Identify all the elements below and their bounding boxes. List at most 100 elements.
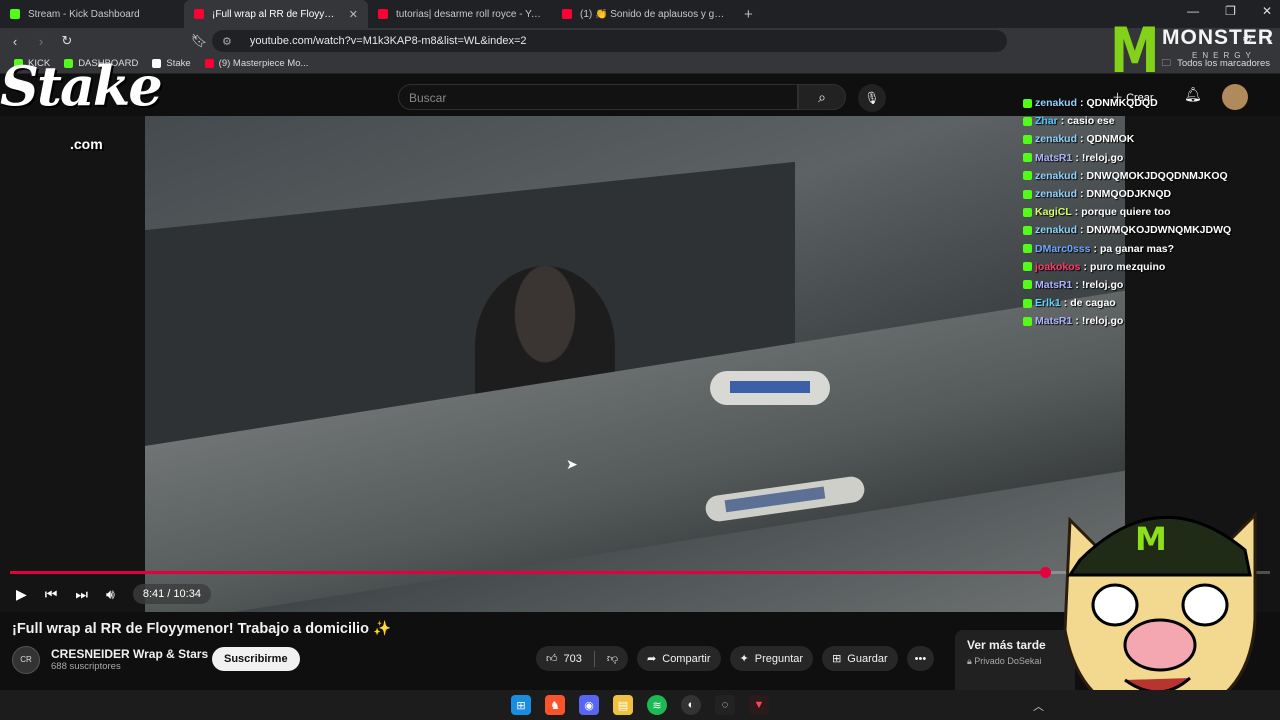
ask-label: Preguntar — [754, 652, 804, 665]
address-bar-row: ‹ › ↻ 🔖︎ ⚙ youtube.com/watch?v=M1k3KAP8-… — [0, 28, 1280, 54]
chat-message: Zhar: casio ese — [1023, 112, 1278, 130]
monster-brand-text: MONSTER — [1162, 26, 1274, 49]
browser-tab[interactable]: tutorias| desarme roll royce - YouTub — [368, 0, 552, 28]
spotify-icon[interactable]: ≋ — [647, 695, 667, 715]
chat-separator: : — [1080, 169, 1084, 182]
bookmark-label: (9) Masterpiece Mo... — [218, 58, 309, 69]
kick-badge-icon — [1023, 171, 1032, 181]
chat-text: !reloj.go — [1081, 315, 1124, 328]
kick-badge-icon — [1023, 116, 1032, 126]
tray-chevron-icon[interactable]: ︿ — [1033, 698, 1044, 714]
chat-separator: : — [1075, 315, 1079, 328]
forward-icon[interactable]: › — [30, 34, 52, 49]
bookmark-icon[interactable]: 🔖︎ — [188, 33, 210, 49]
chat-username: joakokos — [1035, 260, 1081, 273]
windows-start-icon[interactable]: ⊞ — [511, 695, 531, 715]
discord-icon[interactable]: ◉ — [579, 695, 599, 715]
mouse-cursor-icon: ➤ — [566, 456, 578, 472]
chat-text: casio ese — [1067, 115, 1115, 128]
chat-text: !reloj.go — [1081, 278, 1124, 291]
kick-badge-icon — [1023, 189, 1032, 199]
file-explorer-icon[interactable]: ▤ — [613, 695, 633, 715]
chat-username: Zhar — [1035, 115, 1058, 128]
next-icon[interactable]: ⏭ — [75, 586, 88, 603]
subscriber-count: 688 suscriptores — [51, 661, 121, 672]
close-tab-icon[interactable]: ✕ — [349, 8, 358, 21]
chat-username: Erlk1 — [1035, 297, 1061, 310]
ask-button[interactable]: ✦ Preguntar — [729, 646, 814, 671]
chat-separator: : — [1083, 260, 1088, 273]
kick-badge-icon — [1023, 316, 1032, 326]
chat-separator: : — [1080, 224, 1084, 237]
url-text: youtube.com/watch?v=M1k3KAP8-m8&list=WL&… — [249, 35, 527, 47]
chat-message: Erlk1: de cagao — [1023, 294, 1278, 312]
play-icon[interactable]: ▶ — [16, 586, 27, 603]
site-info-icon[interactable]: ⚙ — [222, 35, 232, 48]
chat-message: zenakud: DNMQODJKNQD — [1023, 185, 1278, 203]
door-handle — [710, 371, 830, 405]
like-icon[interactable]: 👍︎ — [546, 652, 558, 665]
chat-username: MatsR1 — [1035, 315, 1073, 328]
kick-badge-icon — [1023, 153, 1032, 163]
bookmark-item[interactable]: (9) Masterpiece Mo... — [204, 58, 309, 69]
reload-icon[interactable]: ↻ — [56, 33, 78, 49]
chat-separator: : — [1075, 151, 1079, 164]
tab-favicon-icon — [562, 9, 572, 19]
chat-username: MatsR1 — [1035, 151, 1073, 164]
search-button[interactable]: ⌕ — [798, 84, 846, 110]
stream-chat-overlay: zenakud: QDNMKQDQD Zhar: casio ese zenakud: Q… — [1023, 94, 1278, 330]
more-icon: ••• — [914, 652, 927, 665]
stake-logo: Stake .com — [0, 58, 180, 152]
tab-title: tutorias| desarme roll royce - YouTub — [396, 8, 542, 20]
browser-tab[interactable]: Stream - Kick Dashboard — [0, 0, 184, 28]
monster-sub-text: ENERGY — [1192, 51, 1256, 60]
chat-text: QDNMKQDQD — [1086, 97, 1158, 110]
save-label: Guardar — [847, 652, 888, 665]
chat-text: de cagao — [1070, 297, 1116, 310]
chat-message: zenakud: DNWMQKOJDWNQMKJDWQ — [1023, 221, 1278, 239]
browser-tab[interactable]: ¡Full wrap al RR de Floyymenor! ✕ — [184, 0, 368, 28]
browser-tab[interactable]: (1) 👏 Sonido de aplausos y gritos d — [552, 0, 736, 28]
voice-search-button[interactable]: 🎙︎ — [858, 84, 886, 112]
search-input[interactable]: Buscar — [398, 84, 798, 110]
chat-separator: : — [1063, 297, 1068, 310]
app-icon[interactable]: ◌ — [715, 695, 735, 715]
new-tab-icon[interactable]: + — [744, 6, 753, 23]
chat-username: KagiCL — [1035, 206, 1072, 219]
channel-name[interactable]: CRESNEIDER Wrap & Stars — [51, 647, 208, 661]
svg-text:M: M — [1135, 520, 1167, 558]
brave-icon[interactable]: ♞ — [545, 695, 565, 715]
monster-claw-icon: M — [1110, 14, 1160, 87]
chat-separator: : — [1080, 97, 1084, 110]
chat-username: zenakud — [1035, 224, 1078, 237]
valorant-icon[interactable]: ▼ — [749, 695, 769, 715]
save-button[interactable]: ⊞ Guardar — [822, 646, 898, 671]
obs-icon[interactable]: ◐ — [681, 695, 701, 715]
chat-username: DMarc0sss — [1035, 242, 1091, 255]
more-actions-button[interactable]: ••• — [906, 646, 935, 671]
cat-mascot-overlay: M — [1063, 511, 1257, 720]
chat-message: KagiCL: porque quiere too — [1023, 203, 1278, 221]
tab-favicon-icon — [194, 9, 204, 19]
video-title: ¡Full wrap al RR de Floyymenor! Trabajo … — [12, 621, 392, 637]
monster-energy-logo: M MONSTER ENERGY — [1100, 14, 1275, 87]
like-count[interactable]: 703 — [564, 653, 582, 665]
channel-avatar[interactable]: CR — [12, 646, 40, 674]
video-frame[interactable] — [145, 116, 1125, 612]
tab-title: Stream - Kick Dashboard — [28, 8, 140, 20]
share-button[interactable]: ➦ Compartir — [637, 646, 721, 671]
chat-text: QDNMOK — [1086, 133, 1135, 146]
chat-username: zenakud — [1035, 133, 1078, 146]
chat-message: MatsR1: !reloj.go — [1023, 312, 1278, 330]
dislike-icon[interactable]: 👎︎ — [607, 652, 618, 665]
video-actions: 👍︎ 703 👎︎ ➦ Compartir ✦ Preguntar ⊞ Guar… — [536, 646, 935, 671]
save-icon: ⊞ — [832, 653, 842, 665]
volume-icon[interactable]: 🔊︎ — [106, 586, 115, 603]
url-field[interactable]: ⚙ youtube.com/watch?v=M1k3KAP8-m8&list=W… — [212, 30, 1007, 52]
subscribe-button[interactable]: Suscribirme — [212, 647, 300, 671]
chat-message: joakokos: puro mezquino — [1023, 258, 1278, 276]
previous-icon[interactable]: ⏮ — [45, 586, 58, 603]
chat-text: puro mezquino — [1090, 260, 1166, 273]
kick-badge-icon — [1023, 262, 1032, 272]
back-icon[interactable]: ‹ — [4, 34, 26, 49]
